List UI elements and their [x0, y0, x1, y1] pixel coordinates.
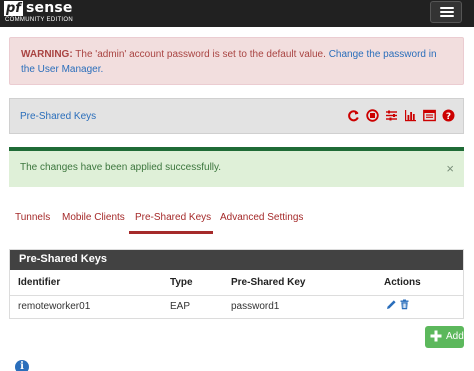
table-header: Identifier Type Pre-Shared Key Actions — [10, 272, 463, 292]
warning-prefix: WARNING: — [21, 49, 73, 60]
ipsec-tabs: Tunnels Mobile Clients Pre-Shared Keys A… — [9, 204, 464, 236]
tab-tunnels[interactable]: Tunnels — [15, 212, 50, 223]
cell-type: EAP — [170, 301, 191, 312]
tab-mobile-clients[interactable]: Mobile Clients — [62, 212, 125, 223]
warning-message: The 'admin' account password is set to t… — [72, 49, 329, 60]
chart-icon[interactable] — [404, 109, 417, 122]
page-title-bar: Pre-Shared Keys ? — [9, 98, 464, 134]
list-icon[interactable] — [423, 109, 436, 122]
logo-edition: COMMUNITY EDITION — [5, 17, 73, 23]
changes-applied-alert: The changes have been applied successful… — [9, 147, 464, 187]
top-navbar: pf sense COMMUNITY EDITION — [0, 0, 474, 27]
sliders-icon[interactable] — [385, 109, 398, 122]
logo-wordmark: sense — [26, 0, 73, 16]
hamburger-icon-bar — [440, 11, 454, 13]
pre-shared-keys-panel: Pre-Shared Keys Identifier Type Pre-Shar… — [9, 249, 464, 319]
tab-advanced-settings[interactable]: Advanced Settings — [220, 212, 303, 223]
hamburger-icon-bar — [440, 15, 454, 17]
column-header-key: Pre-Shared Key — [231, 277, 306, 288]
column-header-identifier: Identifier — [18, 277, 61, 288]
success-message: The changes have been applied successful… — [20, 162, 222, 173]
default-password-warning: WARNING: The 'admin' account password is… — [9, 37, 464, 85]
pfsense-logo[interactable]: pf sense COMMUNITY EDITION — [4, 1, 80, 25]
plus-icon — [429, 329, 443, 343]
restart-icon[interactable] — [347, 109, 360, 122]
column-header-type: Type — [170, 277, 193, 288]
table-row: remoteworker01 EAP password1 — [10, 295, 463, 319]
add-button-label: Add — [446, 331, 464, 342]
page-title[interactable]: Pre-Shared Keys — [20, 111, 96, 122]
logo-pf-mark: pf — [4, 1, 23, 16]
cell-key: password1 — [231, 301, 280, 312]
trash-icon[interactable] — [399, 299, 410, 313]
page-action-icons: ? — [347, 109, 455, 122]
edit-icon[interactable] — [386, 299, 397, 313]
help-icon[interactable]: ? — [442, 109, 455, 122]
column-header-actions: Actions — [384, 277, 421, 288]
tab-pre-shared-keys[interactable]: Pre-Shared Keys — [135, 212, 211, 223]
panel-heading: Pre-Shared Keys — [10, 250, 463, 270]
add-key-button[interactable]: Add — [425, 326, 464, 348]
menu-toggle-button[interactable] — [430, 1, 462, 23]
info-icon[interactable]: i — [15, 360, 29, 371]
close-alert-button[interactable]: × — [446, 162, 454, 175]
svg-text:?: ? — [446, 112, 451, 122]
cell-identifier: remoteworker01 — [18, 301, 91, 312]
hamburger-icon — [440, 7, 454, 9]
active-tab-indicator — [129, 231, 213, 234]
stop-icon[interactable] — [366, 109, 379, 122]
